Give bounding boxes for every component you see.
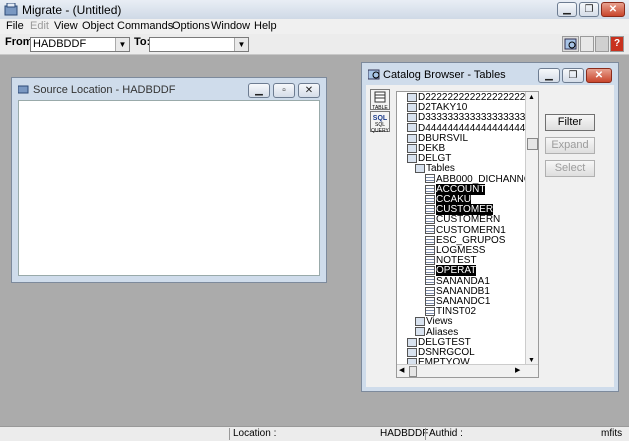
minimize-icon[interactable]: ▁: [557, 2, 577, 17]
window-icon: [17, 84, 29, 94]
select-button[interactable]: Select: [545, 160, 595, 177]
menu-edit[interactable]: Edit: [30, 20, 49, 32]
catalog-tree[interactable]: D2222222222222222222 D2TAKY10 D33333333333…: [396, 91, 539, 378]
menu-options[interactable]: Options: [172, 20, 210, 32]
menu-help[interactable]: Help: [254, 20, 277, 32]
toolbar: From HADBDDF ▼ To: ▼ ?: [0, 34, 629, 55]
to-combo[interactable]: ▼: [149, 37, 249, 52]
status-right-text: mfits: [601, 428, 623, 439]
menu-object[interactable]: Object: [82, 20, 114, 32]
table-icon: [425, 245, 435, 255]
location-label: Location :: [229, 428, 379, 440]
table-icon[interactable]: [580, 36, 594, 52]
menu-window[interactable]: Window: [211, 20, 250, 32]
sql-tool-label: SQL QUERY: [371, 122, 389, 134]
hscroll-thumb[interactable]: [409, 366, 417, 377]
source-window-body[interactable]: [18, 100, 320, 276]
table-icon: [425, 266, 435, 276]
node-icon: [415, 327, 425, 337]
node-icon: [415, 317, 425, 327]
table-icon: [425, 194, 435, 204]
scroll-left-icon[interactable]: ◀: [399, 366, 404, 374]
scroll-down-icon[interactable]: ▼: [528, 357, 535, 364]
source-window-title: Source Location - HADBDDF: [33, 84, 176, 96]
table-icon: [425, 215, 435, 225]
scroll-up-icon[interactable]: ▲: [528, 94, 535, 101]
scroll-right-icon[interactable]: ▶: [515, 366, 520, 374]
restore-icon[interactable]: ▫: [273, 83, 295, 98]
node-icon: [407, 123, 417, 133]
source-location-window: Source Location - HADBDDF ▁ ▫ ✕: [11, 77, 327, 283]
table-icon: [425, 235, 435, 245]
table-icon: [425, 225, 435, 235]
sql-icon: SQL: [372, 115, 388, 122]
status-bar: Location : HADBDDF Authid : mfits: [0, 426, 629, 441]
table-icon: [425, 307, 435, 317]
node-icon: [407, 337, 417, 347]
table-icon: [425, 174, 435, 184]
from-value: HADBDDF: [33, 38, 87, 50]
close-icon[interactable]: ✕: [601, 2, 625, 17]
node-icon: [407, 143, 417, 153]
filter-button[interactable]: Filter: [545, 114, 595, 131]
from-combo[interactable]: HADBDDF ▼: [30, 37, 130, 52]
app-title: Migrate - (Untitled): [22, 3, 122, 17]
app-title-bar: Migrate - (Untitled) ▁ ❐ ✕: [0, 0, 629, 19]
expand-button[interactable]: Expand: [545, 137, 595, 154]
node-icon: [407, 154, 417, 164]
node-icon: [407, 133, 417, 143]
restore-icon[interactable]: ❐: [562, 68, 584, 83]
chevron-down-icon[interactable]: ▼: [115, 38, 129, 51]
minimize-icon[interactable]: ▁: [538, 68, 560, 83]
restore-icon[interactable]: ❐: [579, 2, 599, 17]
catalog-icon[interactable]: [562, 36, 579, 52]
node-icon: [407, 92, 417, 102]
sql-query-tool-button[interactable]: SQL SQL QUERY: [370, 111, 390, 134]
authid-label: Authid :: [425, 428, 600, 440]
menu-view[interactable]: View: [54, 20, 78, 32]
to-label: To:: [134, 36, 151, 48]
menu-file[interactable]: File: [6, 20, 24, 32]
scroll-thumb[interactable]: [527, 138, 538, 150]
catalog-window-title: Catalog Browser - Tables: [383, 69, 506, 81]
table-icon: [425, 256, 435, 266]
node-icon: [407, 113, 417, 123]
location-value: HADBDDF: [380, 428, 429, 439]
menu-commands[interactable]: Commands: [117, 20, 173, 32]
menu-bar: File Edit View Object Commands Options W…: [0, 19, 629, 34]
close-icon[interactable]: ✕: [586, 68, 612, 83]
table-icon: [425, 286, 435, 296]
chevron-down-icon[interactable]: ▼: [234, 38, 248, 51]
table-icon: [425, 276, 435, 286]
table-icon: [425, 205, 435, 215]
vertical-scrollbar[interactable]: ▲ ▼: [525, 92, 538, 366]
catalog-icon: [367, 69, 381, 80]
node-icon: [415, 164, 425, 174]
table-icon: [425, 296, 435, 306]
table-icon: [425, 184, 435, 194]
from-label: From: [5, 36, 33, 48]
help-icon[interactable]: ?: [610, 36, 624, 52]
close-icon[interactable]: ✕: [298, 83, 320, 98]
node-icon: [407, 103, 417, 113]
node-icon: [407, 347, 417, 357]
app-icon: [4, 2, 18, 16]
minimize-icon[interactable]: ▁: [248, 83, 270, 98]
run-icon[interactable]: [595, 36, 609, 52]
table-tool-button[interactable]: TABLE: [370, 89, 390, 111]
horizontal-scrollbar[interactable]: ◀ ▶: [397, 364, 538, 377]
